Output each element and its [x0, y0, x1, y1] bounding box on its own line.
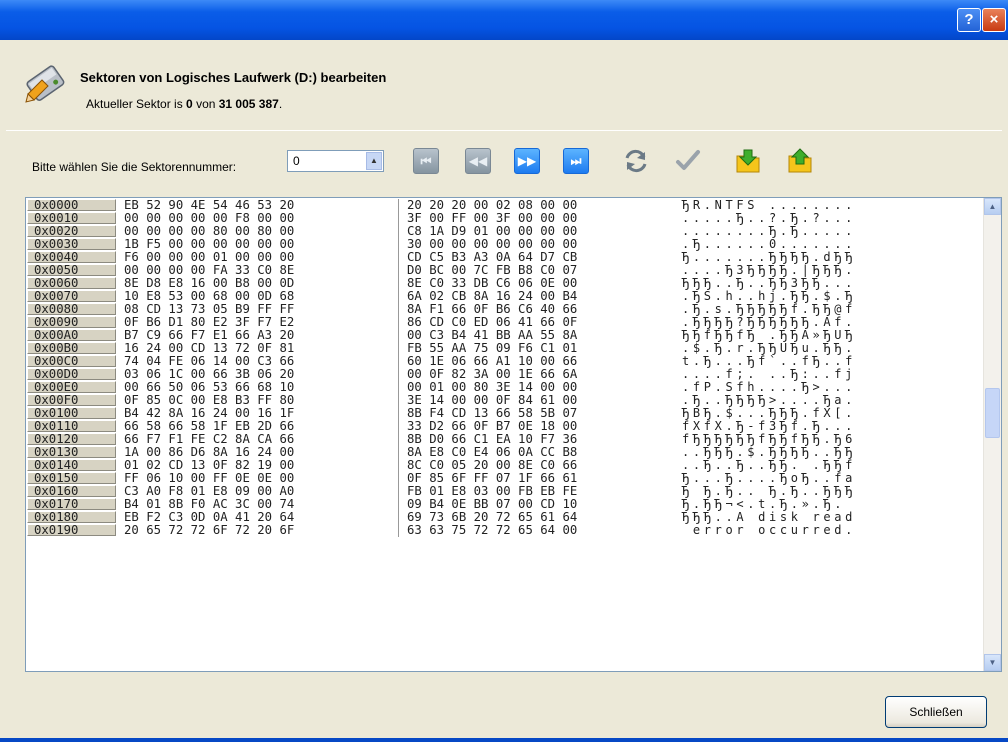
- row-address: 0x00B0: [27, 342, 116, 354]
- row-address: 0x0100: [27, 407, 116, 419]
- help-button[interactable]: ?: [957, 8, 981, 32]
- row-address: 0x0060: [27, 277, 116, 289]
- row-address: 0x0090: [27, 316, 116, 328]
- row-address: 0x0190: [27, 524, 116, 536]
- scroll-down-icon[interactable]: ▼: [984, 654, 1001, 671]
- vertical-scrollbar[interactable]: ▲ ▼: [983, 198, 1001, 671]
- hex-group-divider: [398, 472, 399, 485]
- sector-number-label: Bitte wählen Sie die Sektorennummer:: [32, 160, 237, 174]
- status-suffix: .: [278, 97, 283, 111]
- close-window-button[interactable]: ×: [982, 8, 1006, 32]
- next-sector-button[interactable]: ▶▶: [514, 148, 540, 174]
- hex-group-2[interactable]: 63 63 75 72 72 65 64 00: [407, 524, 577, 537]
- header-separator: [6, 130, 1002, 131]
- hex-rows: 0x0000 EB 52 90 4E 54 46 53 20 20 20 20 00…: [26, 199, 984, 537]
- current-sector-status: Aktueller Sektor is 0 von 31 005 387.: [86, 97, 282, 111]
- hex-group-divider: [398, 355, 399, 368]
- hex-group-divider: [398, 446, 399, 459]
- row-address: 0x00C0: [27, 355, 116, 367]
- first-sector-button[interactable]: ⏮: [413, 148, 439, 174]
- hex-group-divider: [398, 251, 399, 264]
- row-address: 0x00A0: [27, 329, 116, 341]
- sector-number-input[interactable]: 0 ▲: [287, 150, 384, 172]
- hex-row[interactable]: 0x0190 20 65 72 72 6F 72 20 6F 63 63 75 72…: [26, 524, 984, 537]
- row-address: 0x0050: [27, 264, 116, 276]
- sector-number-value[interactable]: 0: [293, 154, 300, 168]
- hex-group-divider: [398, 368, 399, 381]
- hex-group-divider: [398, 329, 399, 342]
- hex-group-divider: [398, 277, 399, 290]
- hex-group-divider: [398, 225, 399, 238]
- hex-group-divider: [398, 290, 399, 303]
- hex-group-divider: [398, 212, 399, 225]
- previous-sector-button[interactable]: ◀◀: [465, 148, 491, 174]
- scroll-up-icon[interactable]: ▲: [984, 198, 1001, 215]
- row-address: 0x0130: [27, 446, 116, 458]
- row-address: 0x00E0: [27, 381, 116, 393]
- status-middle: von: [192, 97, 219, 111]
- current-sector-value: 0: [186, 97, 193, 111]
- total-sectors-value: 31 005 387: [218, 97, 279, 111]
- hex-group-divider: [398, 459, 399, 472]
- row-address: 0x0010: [27, 212, 116, 224]
- row-address: 0x0080: [27, 303, 116, 315]
- hex-group-divider: [398, 485, 399, 498]
- last-sector-button[interactable]: ⏭: [563, 148, 589, 174]
- scrollbar-thumb[interactable]: [985, 388, 1000, 438]
- hex-group-divider: [398, 407, 399, 420]
- hex-group-divider: [398, 316, 399, 329]
- hex-group-divider: [398, 303, 399, 316]
- window-titlebar: ? ×: [0, 0, 1008, 40]
- hex-group-divider: [398, 342, 399, 355]
- row-hex-bytes[interactable]: 20 65 72 72 6F 72 20 6F 63 63 75 72 72 65…: [124, 524, 682, 537]
- hex-group-divider: [398, 381, 399, 394]
- row-address: 0x0070: [27, 290, 116, 302]
- row-address: 0x0020: [27, 225, 116, 237]
- hex-group-divider: [398, 498, 399, 511]
- save-folder-icon[interactable]: [787, 148, 813, 174]
- row-address: 0x00D0: [27, 368, 116, 380]
- row-address: 0x0030: [27, 238, 116, 250]
- row-address: 0x0150: [27, 472, 116, 484]
- hex-editor-view[interactable]: 0x0000 EB 52 90 4E 54 46 53 20 20 20 20 00…: [25, 197, 1002, 672]
- spin-up-icon[interactable]: ▲: [366, 152, 382, 170]
- window-bottom-border: [0, 738, 1008, 742]
- row-address: 0x0140: [27, 459, 116, 471]
- row-address: 0x0000: [27, 199, 116, 211]
- undo-refresh-icon[interactable]: [623, 148, 649, 174]
- row-address: 0x0110: [27, 420, 116, 432]
- hex-group-divider: [398, 433, 399, 446]
- row-address: 0x0120: [27, 433, 116, 445]
- row-address: 0x0160: [27, 485, 116, 497]
- row-address: 0x0180: [27, 511, 116, 523]
- hex-group-divider: [398, 420, 399, 433]
- hex-group-divider: [398, 511, 399, 524]
- hex-group-1[interactable]: 20 65 72 72 6F 72 20 6F: [124, 524, 294, 537]
- close-button[interactable]: Schließen: [885, 696, 987, 728]
- load-folder-icon[interactable]: [735, 148, 761, 174]
- row-ascii[interactable]: error occurred.: [682, 524, 856, 537]
- row-address: 0x0040: [27, 251, 116, 263]
- hex-group-divider: [398, 394, 399, 407]
- hex-group-divider: [398, 199, 399, 212]
- dialog-title: Sektoren von Logisches Laufwerk (D:) bea…: [80, 70, 387, 85]
- drive-pencil-icon: [25, 65, 65, 103]
- hex-group-divider: [398, 524, 399, 537]
- status-prefix: Aktueller Sektor is: [86, 97, 187, 111]
- apply-check-icon[interactable]: [675, 148, 701, 174]
- row-address: 0x00F0: [27, 394, 116, 406]
- hex-group-divider: [398, 264, 399, 277]
- hex-group-divider: [398, 238, 399, 251]
- row-address: 0x0170: [27, 498, 116, 510]
